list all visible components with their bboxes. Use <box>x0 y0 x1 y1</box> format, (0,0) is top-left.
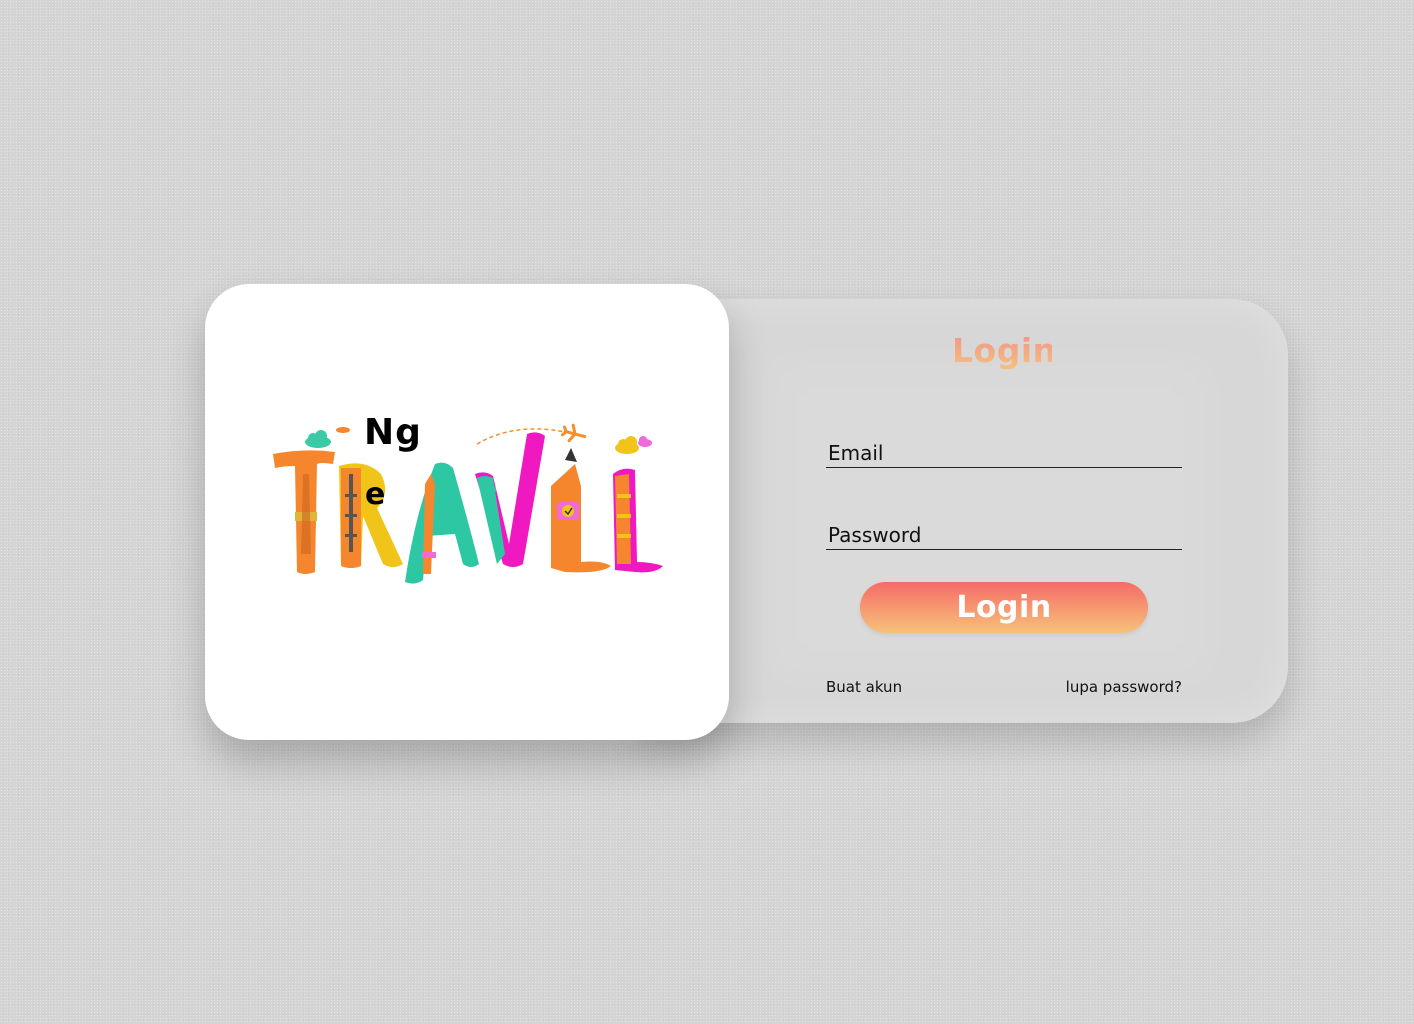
letter-t <box>273 450 335 574</box>
email-field[interactable] <box>826 441 1182 468</box>
letter-e <box>551 448 611 573</box>
logo-letter: e <box>365 477 386 512</box>
cloud-icon <box>336 427 350 433</box>
airplane-icon <box>560 423 587 443</box>
letter-v <box>475 432 545 567</box>
login-button[interactable]: Login <box>860 582 1148 633</box>
forgot-password-link[interactable]: lupa password? <box>1062 678 1182 696</box>
cloud-icon <box>305 430 331 448</box>
logo-card: Ng e <box>205 284 729 740</box>
letter-l <box>613 468 663 573</box>
letter-a <box>405 462 479 584</box>
password-field[interactable] <box>826 523 1182 550</box>
email-input[interactable] <box>826 441 1182 467</box>
flight-path <box>476 428 566 445</box>
login-title: Login <box>952 331 1057 370</box>
create-account-link[interactable]: Buat akun <box>826 678 902 696</box>
login-panel: Login Login Buat akun lupa password? <box>640 299 1288 723</box>
password-input[interactable] <box>826 523 1182 549</box>
travel-logo <box>273 423 663 584</box>
cloud-icon <box>615 436 652 454</box>
logo-prefix: Ng <box>364 412 422 453</box>
